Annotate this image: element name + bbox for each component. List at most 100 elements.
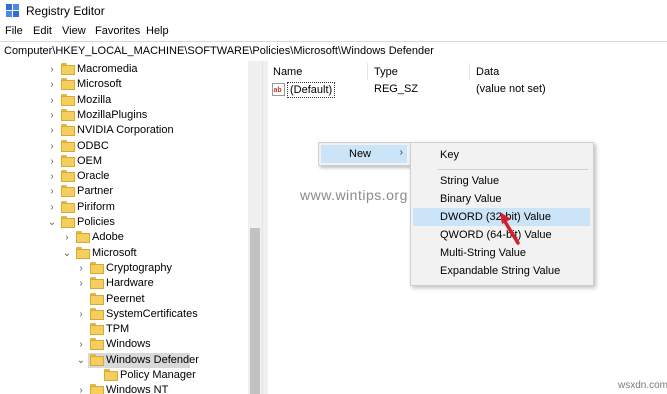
menu-item-key[interactable]: Key bbox=[413, 146, 590, 164]
folder-icon bbox=[61, 93, 75, 106]
chevron-right-icon: › bbox=[399, 147, 403, 158]
menu-item-label: Binary Value bbox=[440, 193, 502, 205]
pointer-arrow-icon bbox=[500, 212, 520, 245]
chevron-right-icon[interactable]: › bbox=[47, 108, 57, 123]
chevron-right-icon[interactable]: › bbox=[47, 200, 57, 215]
folder-icon bbox=[104, 369, 118, 381]
menu-item-new-label: New bbox=[349, 148, 372, 160]
menu-favorites[interactable]: Favorites bbox=[95, 25, 140, 37]
tree-item-label: Mozilla bbox=[77, 93, 112, 106]
tree-item-label: Policy Manager bbox=[120, 369, 196, 381]
tree-item[interactable] bbox=[0, 93, 248, 108]
chevron-right-icon[interactable]: › bbox=[76, 261, 86, 276]
menu-edit[interactable]: Edit bbox=[33, 25, 52, 37]
menu-item-multi-string-value[interactable]: Multi-String Value bbox=[413, 244, 590, 262]
window-title: Registry Editor bbox=[26, 4, 105, 18]
folder-icon bbox=[90, 261, 104, 274]
menu-item-key-label: Key bbox=[440, 149, 459, 161]
column-type[interactable]: Type bbox=[374, 66, 398, 78]
chevron-right-icon[interactable]: › bbox=[62, 230, 72, 245]
folder-icon bbox=[61, 154, 75, 167]
folder-icon bbox=[90, 323, 104, 336]
tree-item[interactable] bbox=[0, 154, 248, 169]
tree-item-label: NVIDIA Corporation bbox=[77, 124, 174, 137]
folder-icon bbox=[76, 246, 90, 259]
menu-item-label: String Value bbox=[440, 175, 500, 187]
watermark: www.wintips.org bbox=[300, 187, 408, 203]
folder-icon bbox=[61, 78, 75, 91]
folder-icon bbox=[76, 231, 90, 244]
tree-scrollbar-thumb[interactable] bbox=[250, 228, 260, 394]
value-row[interactable]: ab (Default) REG_SZ (value not set) bbox=[272, 82, 652, 98]
address-bar[interactable]: Computer\HKEY_LOCAL_MACHINE\SOFTWARE\Pol… bbox=[0, 41, 667, 62]
menu-item-binary-value[interactable]: Binary Value bbox=[413, 190, 590, 208]
context-menu: New › bbox=[318, 142, 412, 166]
menu-view[interactable]: View bbox=[62, 25, 86, 37]
tree-item-label: Policies bbox=[77, 216, 115, 228]
tree-item[interactable] bbox=[0, 230, 248, 245]
menu-bar: File Edit View Favorites Help bbox=[0, 22, 667, 41]
tree-item[interactable] bbox=[0, 139, 248, 154]
chevron-right-icon bbox=[76, 322, 86, 337]
chevron-right-icon[interactable]: › bbox=[47, 169, 57, 184]
column-divider[interactable] bbox=[469, 63, 470, 80]
column-name[interactable]: Name bbox=[273, 66, 302, 78]
menu-separator bbox=[438, 169, 588, 170]
chevron-right-icon[interactable]: › bbox=[47, 62, 57, 77]
tree-item[interactable] bbox=[0, 200, 248, 215]
tree-item[interactable] bbox=[0, 215, 248, 230]
folder-icon bbox=[61, 63, 75, 75]
tree-item-label: Windows bbox=[106, 338, 151, 351]
chevron-right-icon[interactable]: › bbox=[47, 77, 57, 92]
tree-item-label: Piriform bbox=[77, 200, 115, 213]
folder-icon bbox=[90, 277, 104, 290]
chevron-right-icon[interactable]: › bbox=[76, 307, 86, 322]
column-divider[interactable] bbox=[367, 63, 368, 80]
folder-icon bbox=[61, 216, 75, 228]
chevron-right-icon[interactable]: › bbox=[47, 139, 57, 154]
folder-icon bbox=[61, 108, 75, 121]
tree-item-label: Microsoft bbox=[77, 78, 122, 91]
tree-item[interactable] bbox=[0, 169, 248, 184]
folder-icon bbox=[90, 353, 104, 366]
column-data[interactable]: Data bbox=[476, 66, 499, 78]
menu-item-new[interactable]: New › bbox=[321, 145, 407, 163]
chevron-down-icon[interactable]: ⌄ bbox=[76, 353, 86, 368]
tree-item-label: TPM bbox=[106, 323, 130, 336]
chevron-right-icon[interactable]: › bbox=[47, 154, 57, 169]
registry-editor-icon bbox=[6, 4, 19, 17]
tree-item-label: Partner bbox=[77, 185, 114, 198]
tree-item[interactable] bbox=[0, 184, 248, 199]
folder-icon bbox=[90, 384, 104, 394]
tree-item-label: Windows Defender bbox=[106, 353, 199, 366]
chevron-right-icon[interactable]: › bbox=[76, 337, 86, 352]
corner-watermark: wsxdn.com bbox=[618, 380, 667, 391]
tree-item-label: SystemCertificates bbox=[106, 307, 198, 320]
folder-icon bbox=[61, 124, 75, 137]
folder-icon bbox=[61, 185, 75, 198]
tree-item-label: Cryptography bbox=[106, 261, 173, 274]
chevron-right-icon[interactable]: › bbox=[47, 123, 57, 138]
menu-item-expandable-string-value[interactable]: Expandable String Value bbox=[413, 262, 590, 280]
tree-item-label: Peernet bbox=[106, 292, 145, 305]
chevron-right-icon[interactable]: › bbox=[47, 184, 57, 199]
folder-icon bbox=[61, 170, 75, 183]
menu-file[interactable]: File bbox=[5, 25, 23, 37]
chevron-down-icon[interactable]: ⌄ bbox=[62, 246, 72, 261]
chevron-right-icon bbox=[90, 368, 100, 383]
chevron-down-icon[interactable]: ⌄ bbox=[47, 215, 57, 230]
menu-item-string-value[interactable]: String Value bbox=[413, 172, 590, 190]
value-data: (value not set) bbox=[476, 83, 546, 95]
chevron-right-icon[interactable]: › bbox=[47, 93, 57, 108]
folder-icon bbox=[90, 307, 104, 320]
registry-tree[interactable]: › Macromedia › Microsoft › Mozilla › MozillaPlu… bbox=[0, 61, 262, 394]
folder-icon bbox=[90, 292, 104, 305]
tree-item-label: Windows NT bbox=[106, 384, 169, 394]
chevron-right-icon[interactable]: › bbox=[76, 276, 86, 291]
chevron-right-icon[interactable]: › bbox=[76, 383, 86, 394]
address-path: Computer\HKEY_LOCAL_MACHINE\SOFTWARE\Pol… bbox=[4, 45, 434, 57]
value-name: (Default) bbox=[287, 82, 336, 98]
tree-item[interactable] bbox=[0, 77, 248, 92]
menu-help[interactable]: Help bbox=[146, 25, 169, 37]
tree-item-label: ODBC bbox=[77, 139, 109, 152]
